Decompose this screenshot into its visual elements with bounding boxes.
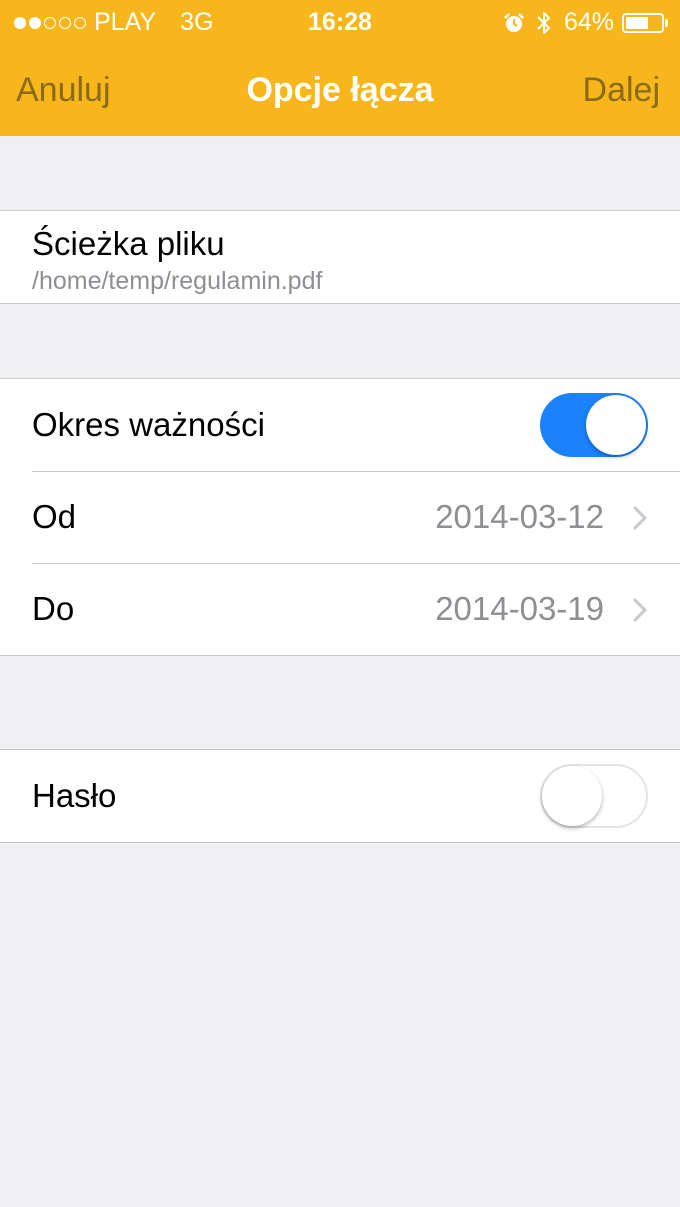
to-label: Do — [32, 590, 75, 627]
alarm-icon — [504, 12, 524, 32]
status-right: 64% — [504, 8, 668, 37]
password-label: Hasło — [32, 777, 117, 814]
to-date-value: 2014-03-19 — [435, 590, 604, 627]
password-toggle[interactable] — [540, 764, 648, 828]
password-row: Hasło — [0, 750, 680, 842]
file-path-row: Ścieżka pliku /home/temp/regulamin.pdf — [0, 211, 680, 303]
chevron-right-icon — [633, 598, 647, 622]
navigation-bar: Anuluj Opcje łącza Dalej — [0, 44, 680, 136]
file-group: Ścieżka pliku /home/temp/regulamin.pdf — [0, 210, 680, 304]
validity-group: Okres ważności Od 2014-03-12 Do 2014-03-… — [0, 378, 680, 656]
next-button[interactable]: Dalej — [583, 71, 660, 110]
from-date-row[interactable]: Od 2014-03-12 — [0, 471, 680, 563]
battery-icon — [622, 12, 664, 33]
validity-label: Okres ważności — [32, 406, 265, 443]
chevron-right-icon — [633, 506, 647, 530]
from-date-value: 2014-03-12 — [435, 498, 604, 535]
to-date-row[interactable]: Do 2014-03-19 — [0, 563, 680, 655]
battery-tip — [665, 18, 668, 27]
page-title: Opcje łącza — [246, 71, 434, 109]
validity-toggle[interactable] — [540, 393, 648, 457]
file-path-value: /home/temp/regulamin.pdf — [32, 267, 323, 295]
header: PLAY 3G 16:28 64% Anuluj Opcje łącza Dal… — [0, 0, 680, 136]
password-group: Hasło — [0, 749, 680, 843]
bluetooth-icon — [537, 11, 550, 34]
status-bar: PLAY 3G 16:28 64% — [0, 0, 680, 44]
toggle-knob — [586, 395, 646, 455]
toggle-knob — [542, 766, 602, 826]
validity-row: Okres ważności — [0, 379, 680, 471]
from-label: Od — [32, 498, 77, 535]
battery-percent: 64% — [563, 8, 614, 36]
battery-fill — [626, 16, 648, 29]
file-path-title: Ścieżka pliku — [32, 225, 225, 262]
